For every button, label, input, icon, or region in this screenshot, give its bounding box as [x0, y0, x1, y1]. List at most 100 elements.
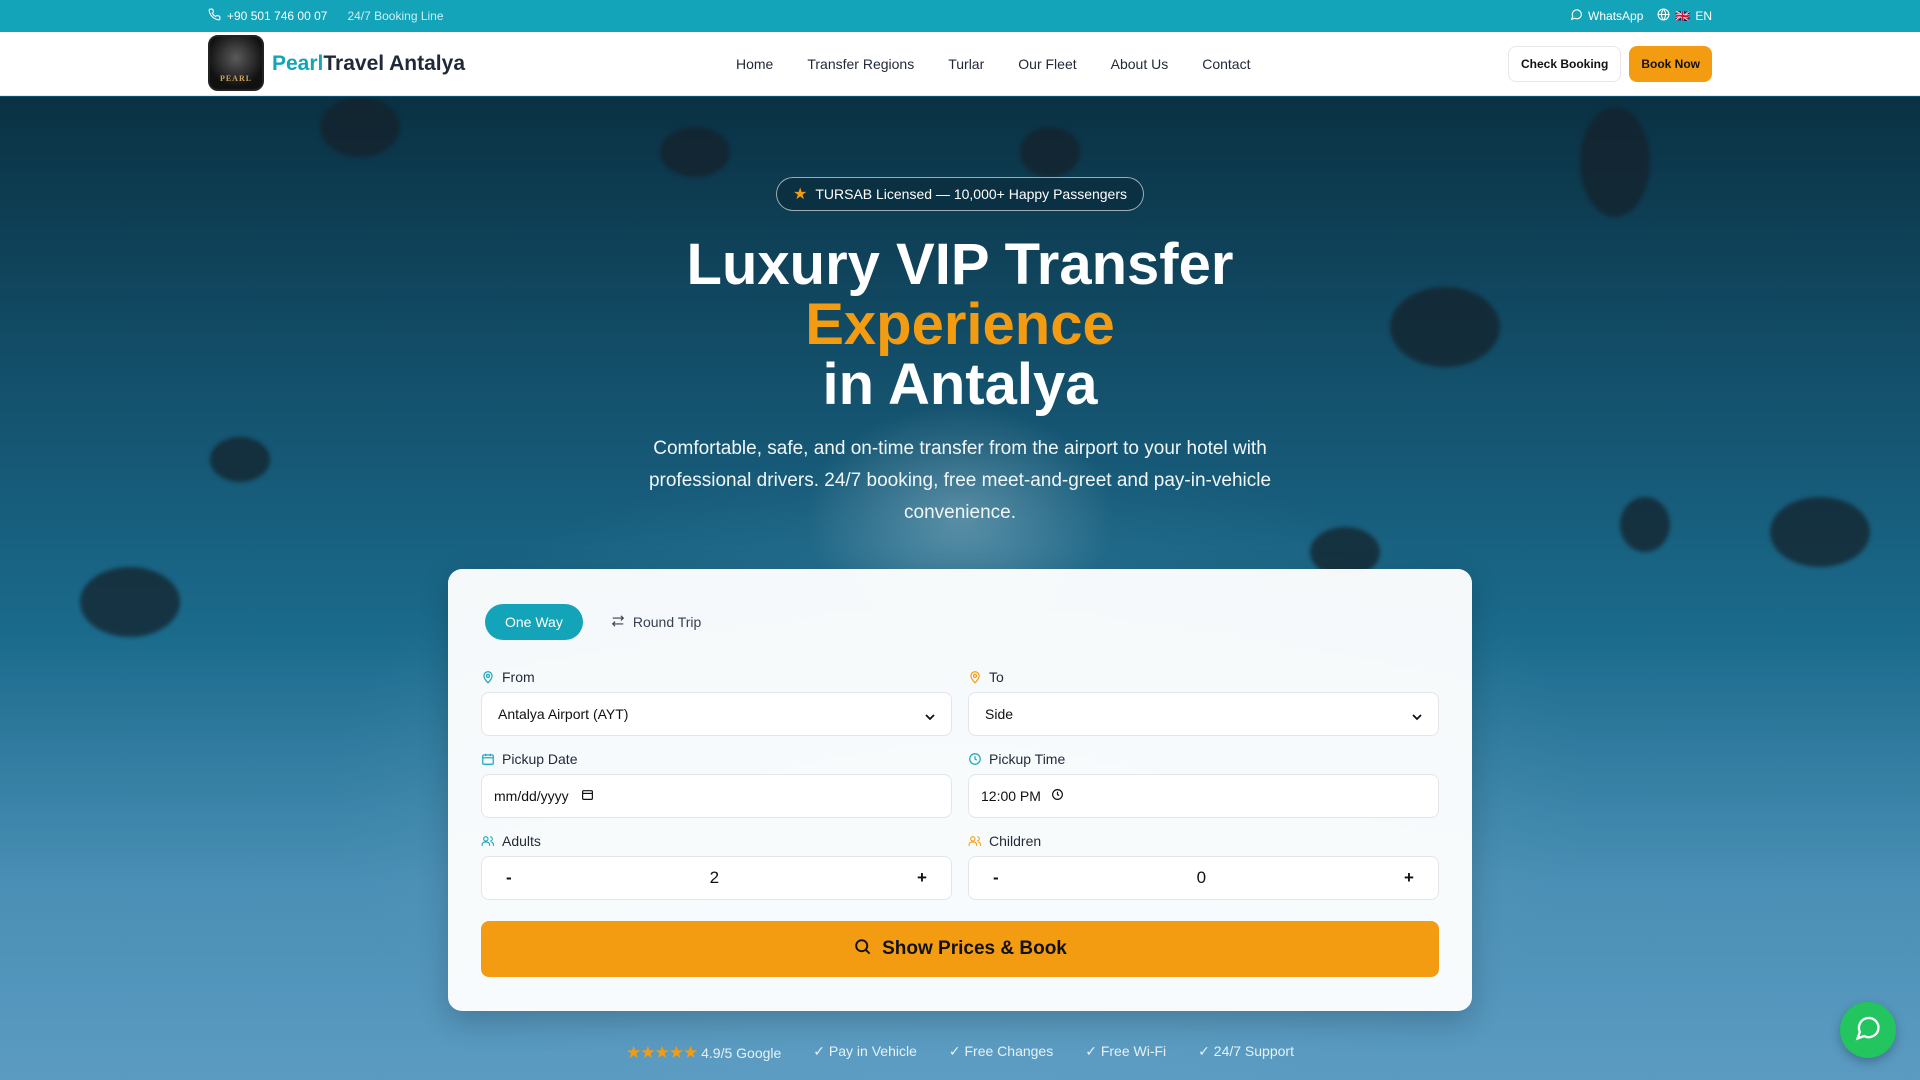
children-field: Children - 0 + [968, 831, 1439, 900]
nav-transfer-regions[interactable]: Transfer Regions [807, 56, 914, 72]
pickup-time-input[interactable]: 12:00 PM [968, 774, 1439, 818]
swap-icon [611, 614, 625, 631]
rating-item: ★★★★★ 4.9/5 Google [626, 1043, 781, 1063]
brand-part-2: Travel Antalya [323, 52, 466, 75]
trust-item-free-wifi: ✓ Free Wi-Fi [1085, 1043, 1167, 1059]
logo[interactable]: PEARL [208, 35, 264, 91]
nav-about-us[interactable]: About Us [1111, 56, 1169, 72]
fish-shape [1580, 107, 1650, 217]
badge-text: TURSAB Licensed — 10,000+ Happy Passenge… [815, 186, 1127, 202]
main-header: PEARL Pearl Travel Antalya Home Transfer… [0, 32, 1920, 96]
star-icon: ★ [792, 186, 808, 203]
trust-item-free-changes: ✓ Free Changes [948, 1043, 1054, 1059]
flag-icon: 🇬🇧 [1675, 9, 1691, 23]
to-field: To Side [968, 667, 1439, 736]
hero-section: ★ TURSAB Licensed — 10,000+ Happy Passen… [0, 97, 1920, 1080]
from-label: From [502, 669, 535, 685]
to-label: To [989, 669, 1004, 685]
check-booking-button[interactable]: Check Booking [1507, 46, 1622, 82]
fish-shape [1020, 127, 1080, 177]
round-trip-label: Round Trip [632, 614, 702, 630]
adults-field: Adults - 2 + [481, 831, 952, 900]
title-line-3: in Antalya [822, 352, 1098, 417]
nav-our-fleet[interactable]: Our Fleet [1018, 56, 1076, 72]
to-selected-value: Side [985, 706, 1014, 722]
pickup-date-label: Pickup Date [502, 751, 578, 767]
language-code: EN [1695, 9, 1712, 23]
brand-part-1: Pearl [272, 52, 324, 75]
nav-tours[interactable]: Turlar [948, 56, 984, 72]
users-icon [481, 834, 495, 848]
time-picker-icon[interactable] [1051, 788, 1064, 804]
children-stepper: - 0 + [968, 856, 1439, 900]
brand-name[interactable]: Pearl Travel Antalya [272, 32, 465, 96]
hero-subtitle: Comfortable, safe, and on-time transfer … [648, 438, 1272, 523]
adults-count: 2 [709, 868, 720, 887]
fish-shape [80, 567, 180, 637]
fish-shape [320, 97, 400, 157]
fish-shape [1770, 497, 1870, 567]
rating-stars-icon: ★★★★★ [626, 1043, 698, 1062]
tab-round-trip[interactable]: Round Trip [591, 604, 721, 640]
rating-text: 4.9/5 Google [701, 1045, 782, 1061]
language-selector[interactable]: 🇬🇧 EN [1657, 8, 1712, 24]
trust-item-pay-in-vehicle: ✓ Pay in Vehicle [813, 1043, 917, 1059]
users-icon [968, 834, 982, 848]
time-value: 12:00 PM [981, 788, 1041, 804]
title-accent: Experience [805, 292, 1115, 357]
booking-form: One Way Round Trip From Antalya Airport … [448, 569, 1472, 1011]
phone-icon [208, 8, 221, 24]
adults-label: Adults [502, 833, 541, 849]
title-line-1: Luxury VIP Transfer [686, 232, 1234, 297]
pickup-date-field: Pickup Date mm/dd/yyyy [481, 749, 952, 818]
phone-number: +90 501 746 00 07 [227, 9, 328, 23]
children-increment-button[interactable]: + [1404, 868, 1414, 888]
children-count: 0 [1196, 868, 1207, 887]
main-nav: Home Transfer Regions Turlar Our Fleet A… [736, 32, 1250, 96]
children-label: Children [989, 833, 1042, 849]
fish-shape [660, 127, 730, 177]
hero-title: Luxury VIP Transfer Experience in Antaly… [0, 235, 1920, 415]
children-decrement-button[interactable]: - [993, 868, 999, 888]
clock-icon [968, 752, 982, 766]
fish-shape [1620, 497, 1670, 552]
top-bar: +90 501 746 00 07 24/7 Booking Line What… [0, 0, 1920, 32]
adults-stepper: - 2 + [481, 856, 952, 900]
tab-one-way[interactable]: One Way [485, 604, 583, 640]
chevron-down-icon [925, 709, 935, 721]
from-field: From Antalya Airport (AYT) [481, 667, 952, 736]
pickup-date-input[interactable]: mm/dd/yyyy [481, 774, 952, 818]
license-badge: ★ TURSAB Licensed — 10,000+ Happy Passen… [776, 177, 1144, 211]
pickup-time-field: Pickup Time 12:00 PM [968, 749, 1439, 818]
trust-item-support: ✓ 24/7 Support [1198, 1043, 1294, 1059]
calendar-picker-icon[interactable] [581, 788, 594, 804]
whatsapp-label: WhatsApp [1588, 9, 1644, 23]
chevron-down-icon [1412, 709, 1422, 721]
globe-icon [1657, 8, 1670, 24]
from-selected-value: Antalya Airport (AYT) [498, 706, 629, 722]
show-prices-label: Show Prices & Book [882, 938, 1067, 959]
show-prices-button[interactable]: Show Prices & Book [481, 921, 1439, 977]
calendar-icon [481, 752, 495, 766]
pickup-time-label: Pickup Time [989, 751, 1066, 767]
map-pin-icon [481, 670, 495, 684]
map-pin-icon [968, 670, 982, 684]
from-select[interactable]: Antalya Airport (AYT) [481, 692, 952, 736]
to-select[interactable]: Side [968, 692, 1439, 736]
fish-shape [210, 437, 270, 482]
booking-line-text: 24/7 Booking Line [347, 9, 444, 23]
nav-home[interactable]: Home [736, 56, 773, 72]
whatsapp-link[interactable]: WhatsApp [1570, 8, 1643, 24]
adults-decrement-button[interactable]: - [506, 868, 512, 888]
nav-contact[interactable]: Contact [1202, 56, 1250, 72]
book-now-button[interactable]: Book Now [1629, 46, 1712, 82]
date-placeholder: mm/dd/yyyy [494, 788, 569, 804]
chat-bubble-icon [1854, 1014, 1882, 1047]
logo-text: PEARL [219, 74, 253, 83]
chat-icon [1570, 8, 1583, 24]
trust-bar: ★★★★★ 4.9/5 Google ✓ Pay in Vehicle ✓ Fr… [0, 1043, 1920, 1063]
search-icon [853, 937, 872, 962]
phone-link[interactable]: +90 501 746 00 07 [208, 8, 327, 24]
whatsapp-floating-button[interactable] [1840, 1002, 1896, 1058]
adults-increment-button[interactable]: + [917, 868, 927, 888]
